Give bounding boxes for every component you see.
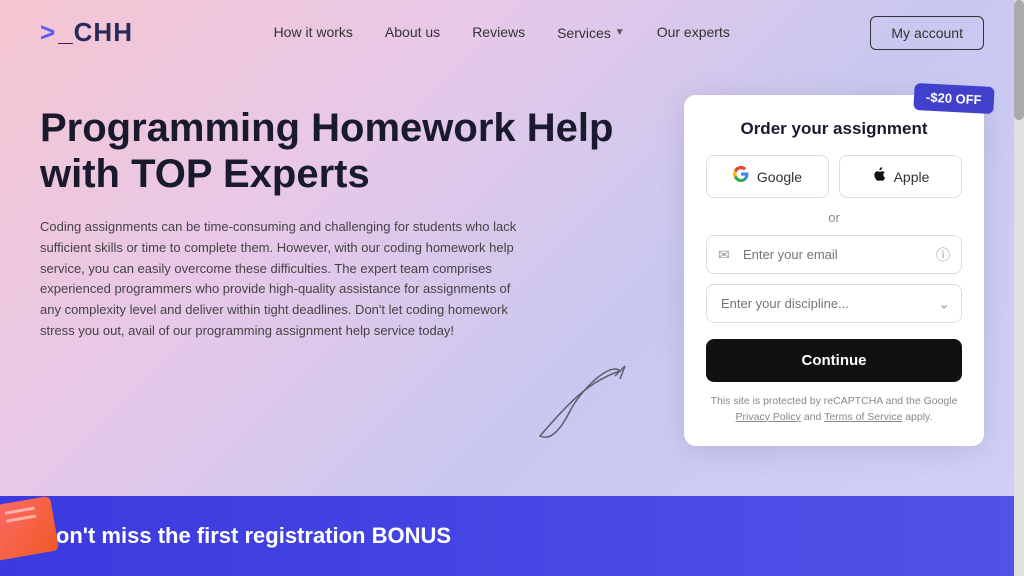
- gift-card-decoration: [0, 496, 59, 561]
- apple-button-label: Apple: [894, 169, 930, 185]
- google-button-label: Google: [757, 169, 802, 185]
- nav-item-services[interactable]: Services ▼: [557, 25, 625, 41]
- apple-signin-button[interactable]: Apple: [839, 155, 962, 198]
- services-label: Services: [557, 25, 611, 41]
- hero-content: Programming Homework Help with TOP Exper…: [0, 65, 1024, 446]
- google-signin-button[interactable]: Google: [706, 155, 829, 198]
- discipline-input-group: ⌄: [706, 284, 962, 323]
- scrollbar[interactable]: [1014, 0, 1024, 576]
- or-divider: or: [706, 210, 962, 225]
- nav-item-how-it-works[interactable]: How it works: [274, 24, 353, 40]
- order-card: -$20 OFF Order your assignment Google: [684, 95, 984, 446]
- hero-title: Programming Homework Help with TOP Exper…: [40, 105, 644, 197]
- discipline-input[interactable]: [706, 284, 962, 323]
- order-card-title: Order your assignment: [706, 119, 962, 139]
- nav-item-reviews[interactable]: Reviews: [472, 24, 525, 40]
- logo-chevron-icon: >: [40, 17, 56, 48]
- chevron-down-icon: ▼: [615, 27, 625, 38]
- email-input-group: ✉ ⓘ: [706, 235, 962, 274]
- navbar: >_CHH How it works About us Reviews Serv…: [0, 0, 1024, 65]
- hero-description: Coding assignments can be time-consuming…: [40, 217, 530, 342]
- google-icon: [733, 166, 749, 187]
- hero-left: Programming Homework Help with TOP Exper…: [40, 95, 644, 446]
- email-icon: ✉: [718, 246, 730, 263]
- nav-links: How it works About us Reviews Services ▼…: [274, 24, 730, 42]
- social-buttons: Google Apple: [706, 155, 962, 198]
- email-input[interactable]: [706, 235, 962, 274]
- terms-of-service-link[interactable]: Terms of Service: [824, 411, 902, 423]
- logo-text: CHH: [74, 17, 133, 48]
- privacy-policy-link[interactable]: Privacy Policy: [736, 411, 801, 423]
- nav-item-our-experts[interactable]: Our experts: [657, 24, 730, 40]
- discount-badge: -$20 OFF: [914, 83, 995, 114]
- scrollbar-thumb[interactable]: [1014, 0, 1024, 120]
- info-icon[interactable]: ⓘ: [936, 245, 950, 265]
- bottom-bar: Don't miss the first registration BONUS: [0, 496, 1024, 576]
- nav-item-about-us[interactable]: About us: [385, 24, 440, 40]
- chevron-down-icon[interactable]: ⌄: [938, 295, 950, 312]
- apple-icon: [872, 166, 886, 187]
- bottom-bar-text: Don't miss the first registration BONUS: [40, 523, 451, 549]
- recaptcha-notice: This site is protected by reCAPTCHA and …: [706, 394, 962, 426]
- my-account-button[interactable]: My account: [870, 16, 984, 50]
- logo[interactable]: >_CHH: [40, 17, 133, 48]
- continue-button[interactable]: Continue: [706, 339, 962, 382]
